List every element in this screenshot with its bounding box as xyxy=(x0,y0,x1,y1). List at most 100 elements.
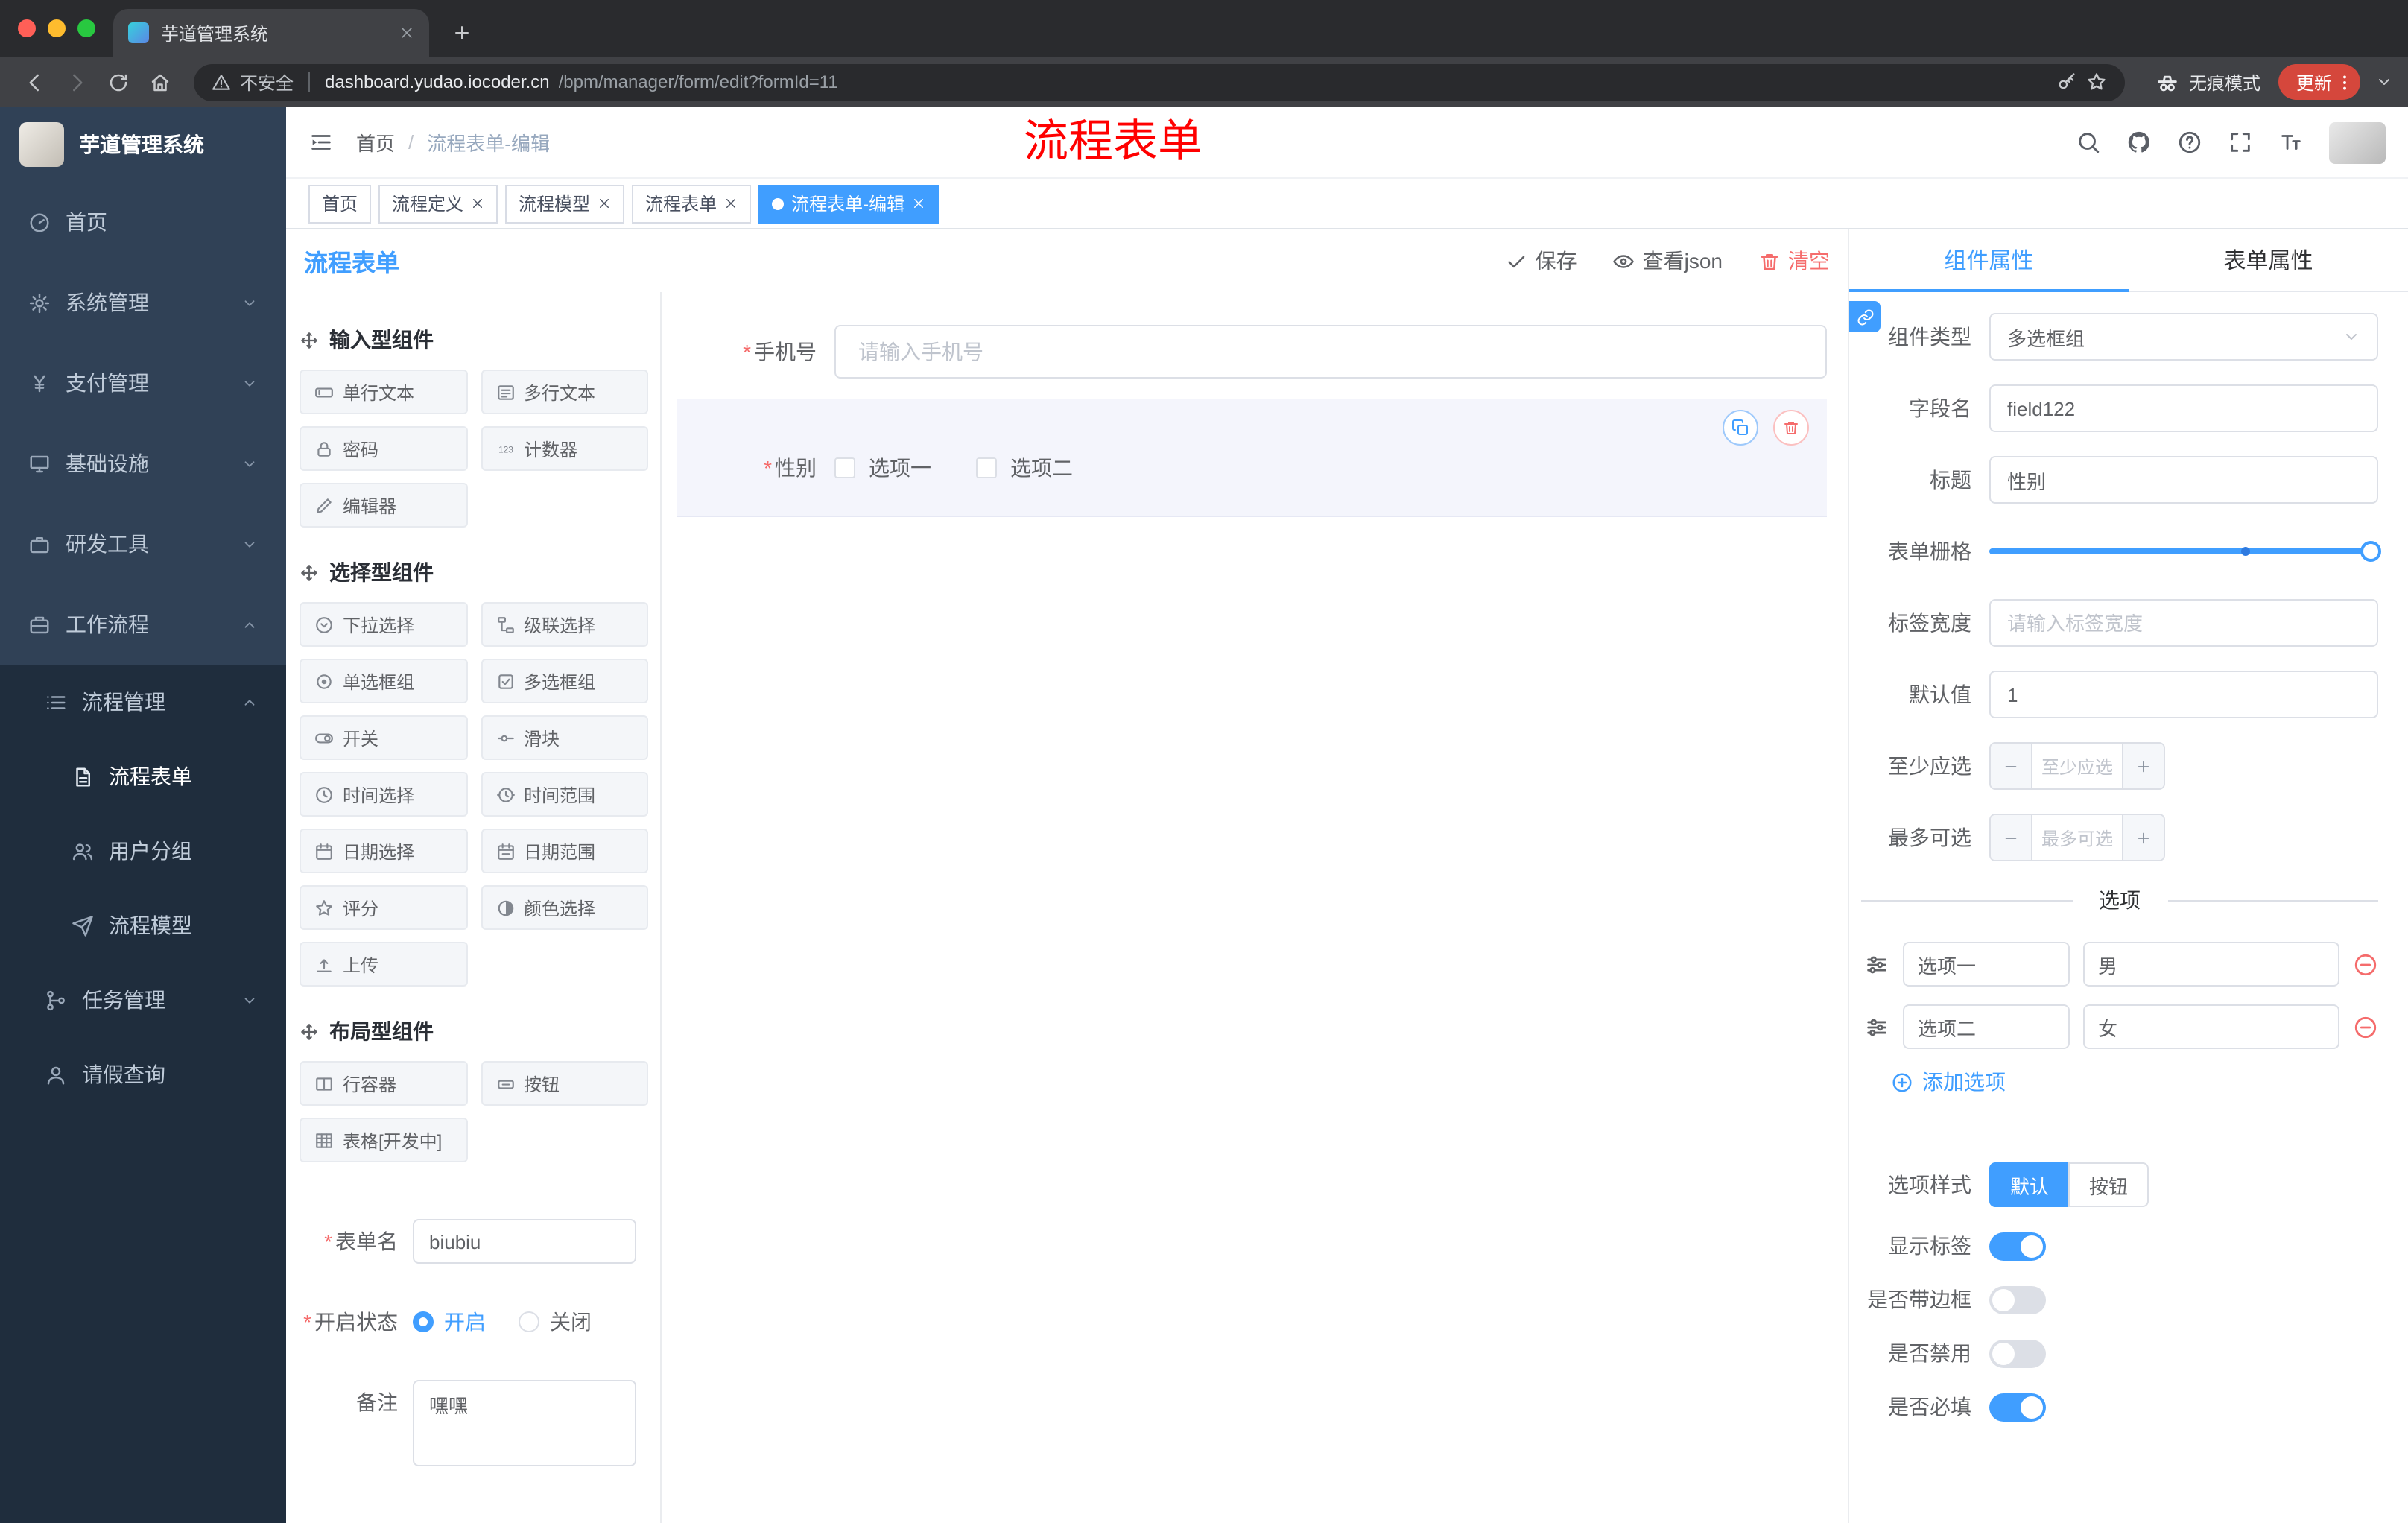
sidebar-item-process-form[interactable]: 流程表单 xyxy=(0,739,286,814)
fullscreen-icon[interactable] xyxy=(2228,130,2253,155)
palette-item-color[interactable]: 颜色选择 xyxy=(481,885,648,930)
sidebar-item-payment[interactable]: 支付管理 xyxy=(0,343,286,423)
palette-item-password[interactable]: 密码 xyxy=(300,426,467,471)
close-icon[interactable] xyxy=(598,197,611,210)
tag-process-model[interactable]: 流程模型 xyxy=(505,184,625,223)
palette-item-date-range[interactable]: 日期范围 xyxy=(481,829,648,873)
decrease-button[interactable] xyxy=(1991,815,2032,860)
user-avatar[interactable] xyxy=(2329,121,2386,163)
default-value-input[interactable] xyxy=(1989,671,2378,718)
border-toggle[interactable] xyxy=(1989,1285,2046,1314)
label-width-input[interactable] xyxy=(1989,599,2378,647)
delete-field-button[interactable] xyxy=(1773,410,1809,446)
breadcrumb-home[interactable]: 首页 xyxy=(356,128,395,156)
increase-button[interactable] xyxy=(2122,815,2164,860)
checkbox-icon[interactable] xyxy=(976,457,997,478)
clear-button[interactable]: 清空 xyxy=(1758,246,1830,276)
tab-component-props[interactable]: 组件属性 xyxy=(1849,229,2129,292)
remove-option-icon[interactable] xyxy=(2353,1014,2378,1039)
drag-handle-icon[interactable] xyxy=(1864,952,1889,977)
palette-item-row-container[interactable]: 行容器 xyxy=(300,1061,467,1106)
tag-process-form[interactable]: 流程表单 xyxy=(632,184,752,223)
form-name-input[interactable] xyxy=(413,1219,636,1264)
title-input[interactable] xyxy=(1989,456,2378,504)
palette-item-switch[interactable]: 开关 xyxy=(300,715,467,760)
field-name-input[interactable] xyxy=(1989,384,2378,432)
slider-handle[interactable] xyxy=(2360,541,2381,562)
home-button[interactable] xyxy=(140,63,179,101)
form-remark-textarea[interactable]: 嘿嘿 xyxy=(413,1380,636,1466)
hamburger-icon[interactable] xyxy=(308,130,334,155)
canvas-field-gender-selected[interactable]: * 性别 选项一 选项二 xyxy=(677,399,1827,517)
duplicate-field-button[interactable] xyxy=(1723,410,1758,446)
show-label-toggle[interactable] xyxy=(1989,1232,2046,1260)
style-button-button[interactable]: 按钮 xyxy=(2068,1162,2149,1207)
browser-tab[interactable]: 芋道管理系统 xyxy=(113,9,429,57)
close-icon[interactable] xyxy=(471,197,484,210)
palette-item-single-text[interactable]: 单行文本 xyxy=(300,370,467,414)
search-icon[interactable] xyxy=(2076,130,2101,155)
palette-item-counter[interactable]: 123 计数器 xyxy=(481,426,648,471)
palette-item-time-range[interactable]: 时间范围 xyxy=(481,772,648,817)
window-minimize-button[interactable] xyxy=(48,19,66,37)
sidebar-item-process-management[interactable]: 流程管理 xyxy=(0,665,286,739)
phone-input[interactable] xyxy=(834,325,1827,379)
palette-item-cascade[interactable]: 级联选择 xyxy=(481,602,648,647)
add-option-button[interactable]: 添加选项 xyxy=(1891,1067,2378,1097)
palette-item-rate[interactable]: 评分 xyxy=(300,885,467,930)
option-label-input[interactable] xyxy=(1903,942,2070,987)
forward-button[interactable] xyxy=(57,63,95,101)
palette-item-select[interactable]: 下拉选择 xyxy=(300,602,467,647)
bookmark-star-icon[interactable] xyxy=(2086,72,2107,92)
reload-button[interactable] xyxy=(98,63,137,101)
sidebar-item-infrastructure[interactable]: 基础设施 xyxy=(0,423,286,504)
sidebar-item-workflow[interactable]: 工作流程 xyxy=(0,584,286,665)
help-icon[interactable] xyxy=(2177,130,2202,155)
palette-item-date[interactable]: 日期选择 xyxy=(300,829,467,873)
github-icon[interactable] xyxy=(2126,130,2152,155)
tag-home[interactable]: 首页 xyxy=(308,184,372,223)
canvas-field-phone[interactable]: * 手机号 xyxy=(677,325,1827,379)
sidebar-item-process-model[interactable]: 流程模型 xyxy=(0,888,286,963)
palette-item-checkbox-group[interactable]: 多选框组 xyxy=(481,659,648,703)
checkbox-icon[interactable] xyxy=(834,457,855,478)
password-key-icon[interactable] xyxy=(2056,72,2077,92)
sidebar-item-leave-query[interactable]: 请假查询 xyxy=(0,1037,286,1112)
sidebar-item-home[interactable]: 首页 xyxy=(0,182,286,262)
status-radio-open[interactable]: 开启 xyxy=(413,1307,486,1337)
required-toggle[interactable] xyxy=(1989,1393,2046,1421)
decrease-button[interactable] xyxy=(1991,744,2032,788)
palette-item-slider[interactable]: 滑块 xyxy=(481,715,648,760)
palette-item-editor[interactable]: 编辑器 xyxy=(300,483,467,528)
tab-form-props[interactable]: 表单属性 xyxy=(2129,229,2408,291)
palette-item-upload[interactable]: 上传 xyxy=(300,942,467,987)
window-close-button[interactable] xyxy=(18,19,36,37)
palette-item-time[interactable]: 时间选择 xyxy=(300,772,467,817)
option-value-input[interactable] xyxy=(2083,942,2339,987)
max-select-placeholder[interactable]: 最多可选 xyxy=(2032,815,2122,860)
sidebar-item-devtools[interactable]: 研发工具 xyxy=(0,504,286,584)
sidebar-item-task-management[interactable]: 任务管理 xyxy=(0,963,286,1037)
close-icon[interactable] xyxy=(724,197,738,210)
drag-handle-icon[interactable] xyxy=(1864,1014,1889,1039)
sidebar-item-user-group[interactable]: 用户分组 xyxy=(0,814,286,888)
palette-item-button[interactable]: 按钮 xyxy=(481,1061,648,1106)
view-json-button[interactable]: 查看json xyxy=(1613,246,1723,276)
disabled-toggle[interactable] xyxy=(1989,1339,2046,1367)
copy-link-button[interactable] xyxy=(1849,301,1881,332)
address-bar[interactable]: 不安全 dashboard.yudao.iocoder.cn /bpm/mana… xyxy=(194,63,2125,101)
increase-button[interactable] xyxy=(2122,744,2164,788)
tab-close-icon[interactable] xyxy=(399,25,414,40)
option-label-input[interactable] xyxy=(1903,1004,2070,1049)
profile-chevron-icon[interactable] xyxy=(2375,73,2393,91)
component-type-select[interactable]: 多选框组 xyxy=(1989,313,2378,361)
close-icon[interactable] xyxy=(912,197,925,210)
tag-process-definition[interactable]: 流程定义 xyxy=(378,184,498,223)
sidebar-item-system[interactable]: 系统管理 xyxy=(0,262,286,343)
remove-option-icon[interactable] xyxy=(2353,952,2378,977)
palette-item-multi-text[interactable]: 多行文本 xyxy=(481,370,648,414)
font-size-icon[interactable] xyxy=(2278,130,2304,155)
grid-slider[interactable] xyxy=(1989,528,2381,575)
save-button[interactable]: 保存 xyxy=(1506,246,1577,276)
status-radio-closed[interactable]: 关闭 xyxy=(519,1307,592,1337)
